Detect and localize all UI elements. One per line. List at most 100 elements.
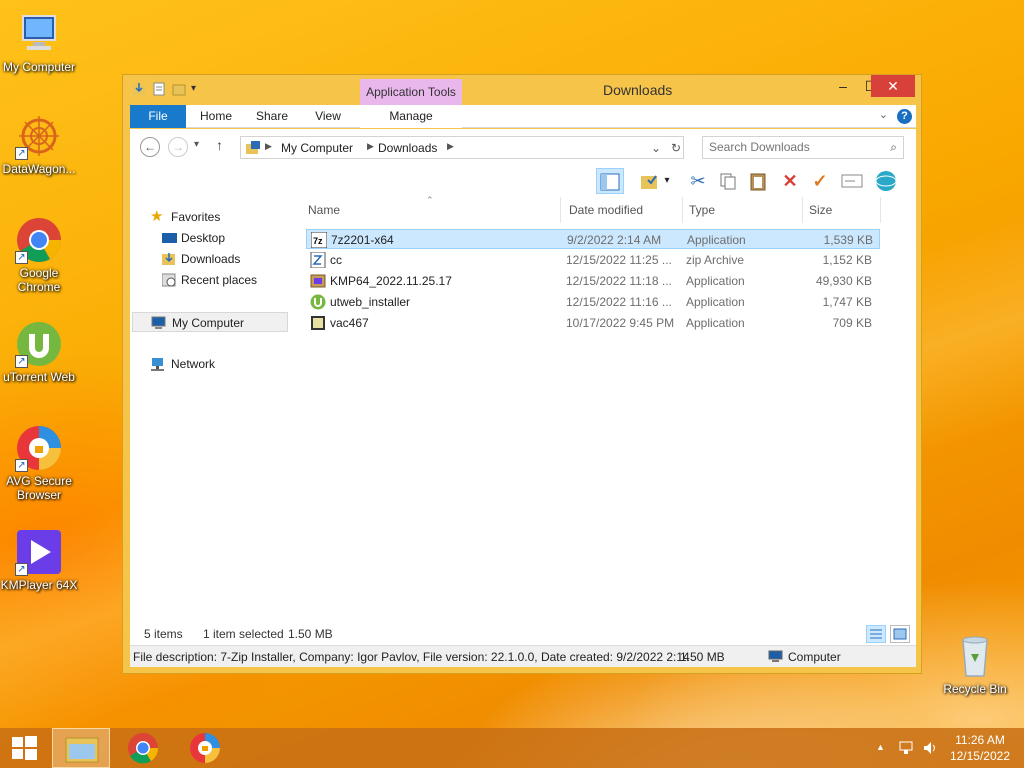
desktop-icon-recycle-bin[interactable]: Recycle Bin: [936, 632, 1014, 696]
file-size: 709 KB: [832, 316, 872, 330]
delete-icon[interactable]: ✕: [776, 168, 804, 194]
file-row[interactable]: cc 12/15/2022 11:25 ... zip Archive 1,15…: [306, 250, 880, 270]
network-tray-icon[interactable]: [898, 740, 914, 759]
forward-button[interactable]: →: [168, 137, 188, 157]
column-divider[interactable]: [802, 197, 803, 223]
file-date: 12/15/2022 11:16 ...: [566, 295, 672, 309]
taskbar-file-explorer[interactable]: [52, 728, 110, 768]
file-size: 49,930 KB: [815, 274, 872, 288]
copy-icon[interactable]: [714, 168, 742, 194]
title-bar[interactable]: ▾ Application Tools Downloads – ☐ ✕: [123, 75, 921, 105]
check-icon[interactable]: ✓: [806, 168, 834, 194]
qat-dropdown-icon[interactable]: ▾: [191, 81, 207, 97]
file-row[interactable]: 7z 7z2201-x64 9/2/2022 2:14 AM Applicati…: [306, 229, 880, 249]
file-description-size: 1.50 MB: [680, 650, 725, 664]
column-divider[interactable]: [880, 197, 881, 223]
computer-icon: [15, 10, 63, 58]
file-row[interactable]: vac467 10/17/2022 9:45 PM Application 70…: [306, 313, 880, 333]
file-size: 1,539 KB: [823, 233, 873, 247]
ribbon-expand-chevron-icon[interactable]: ⌄: [879, 108, 888, 121]
file-row[interactable]: utweb_installer 12/15/2022 11:16 ... App…: [306, 292, 880, 312]
file-list: ⌃ Name Date modified Type Size 7z 7z2201…: [302, 195, 916, 645]
desktop-icon-kmplayer[interactable]: ↗ KMPlayer 64X: [0, 528, 78, 592]
nav-downloads[interactable]: Downloads: [130, 249, 290, 269]
file-name: vac467: [330, 316, 369, 330]
folder-download-icon[interactable]: [131, 81, 147, 97]
refresh-icon[interactable]: ↻: [671, 141, 681, 155]
desktop-icon-label: uTorrent Web: [3, 370, 75, 384]
nav-desktop[interactable]: Desktop: [130, 228, 290, 248]
system-clock[interactable]: 11:26 AM 12/15/2022: [950, 732, 1010, 764]
column-header-type[interactable]: Type: [689, 203, 715, 217]
nav-network[interactable]: Network: [130, 354, 290, 374]
location-label: Computer: [788, 650, 841, 664]
quick-access-toolbar: ▾: [131, 81, 207, 97]
nav-my-computer[interactable]: My Computer: [132, 312, 288, 332]
address-dropdown-icon[interactable]: ⌄: [651, 141, 661, 155]
column-header-name[interactable]: Name: [308, 203, 340, 217]
column-divider[interactable]: [560, 197, 561, 223]
nav-favorites[interactable]: ★ Favorites: [130, 207, 290, 227]
desktop-icon-utorrent[interactable]: ↗ uTorrent Web: [0, 320, 78, 384]
column-header-date[interactable]: Date modified: [569, 203, 643, 217]
rename-icon[interactable]: [838, 168, 866, 194]
large-icons-view-icon[interactable]: [890, 625, 910, 643]
tab-file[interactable]: File: [130, 105, 186, 128]
taskbar-chrome[interactable]: [114, 728, 172, 768]
preview-pane-icon[interactable]: [596, 168, 624, 194]
nav-recent-places[interactable]: Recent places: [130, 270, 290, 290]
desktop-icon-chrome[interactable]: ↗ Google Chrome: [0, 216, 78, 294]
computer-folder-icon: [245, 140, 261, 159]
window-title: Downloads: [603, 82, 673, 98]
details-view-icon[interactable]: [866, 625, 886, 643]
file-date: 9/2/2022 2:14 AM: [567, 233, 662, 247]
tab-manage[interactable]: Manage: [360, 105, 462, 128]
back-button[interactable]: ←: [140, 137, 160, 157]
breadcrumb-downloads[interactable]: Downloads: [378, 141, 437, 155]
address-bar[interactable]: ▶ My Computer ▶ Downloads ▶ ⌄ ↻: [240, 136, 684, 159]
column-divider[interactable]: [682, 197, 683, 223]
computer-icon: [151, 316, 166, 330]
desktop-icon-label: KMPlayer 64X: [0, 578, 78, 592]
desktop-icon-my-computer[interactable]: My Computer: [0, 10, 78, 74]
ribbon-tabs: File Home Share View Manage ⌄ ?: [130, 105, 916, 128]
file-type: zip Archive: [686, 253, 745, 267]
tab-share[interactable]: Share: [252, 105, 292, 128]
taskbar-avg-browser[interactable]: [176, 728, 234, 768]
breadcrumb-separator-icon: ▶: [367, 141, 374, 151]
folder-options-dropdown-icon[interactable]: ▾: [660, 168, 674, 194]
show-hidden-icons-chevron-icon[interactable]: ▲: [876, 742, 885, 752]
start-button[interactable]: [0, 728, 48, 768]
recent-locations-chevron-icon[interactable]: ▾: [194, 139, 199, 150]
help-icon[interactable]: ?: [897, 109, 912, 124]
properties-icon[interactable]: [151, 81, 167, 97]
close-button[interactable]: ✕: [871, 75, 915, 97]
tab-view[interactable]: View: [310, 105, 346, 128]
breadcrumb-my-computer[interactable]: My Computer: [281, 141, 353, 155]
datawagon-icon: ↗: [15, 112, 63, 160]
search-icon[interactable]: ⌕: [890, 140, 897, 155]
paste-icon[interactable]: [744, 168, 772, 194]
column-header-size[interactable]: Size: [809, 203, 832, 217]
utorrent-icon: ↗: [15, 320, 63, 368]
shortcut-arrow-icon: ↗: [15, 251, 28, 264]
file-row[interactable]: KMP64_2022.11.25.17 12/15/2022 11:18 ...…: [306, 271, 880, 291]
search-box[interactable]: ⌕: [702, 136, 904, 159]
file-type: Application: [686, 316, 745, 330]
desktop-icon-datawagon[interactable]: ↗ DataWagon...: [0, 112, 78, 176]
up-arrow-icon[interactable]: ↑: [216, 137, 223, 153]
desktop-icon-avg-browser[interactable]: ↗ AVG Secure Browser: [0, 424, 78, 502]
breadcrumb-separator-icon: ▶: [265, 141, 272, 151]
installer-icon: [310, 273, 326, 289]
chrome-icon: [114, 733, 172, 768]
cut-icon[interactable]: ✂: [684, 168, 712, 194]
tab-home[interactable]: Home: [196, 105, 236, 128]
search-input[interactable]: [709, 140, 879, 154]
shortcut-arrow-icon: ↗: [15, 563, 28, 576]
recent-places-icon: [161, 273, 177, 287]
network-globe-icon[interactable]: [872, 168, 900, 194]
new-folder-icon[interactable]: [171, 81, 187, 97]
volume-icon[interactable]: [922, 740, 938, 759]
status-selection: 1 item selected: [203, 627, 284, 641]
minimize-button[interactable]: –: [829, 75, 857, 97]
